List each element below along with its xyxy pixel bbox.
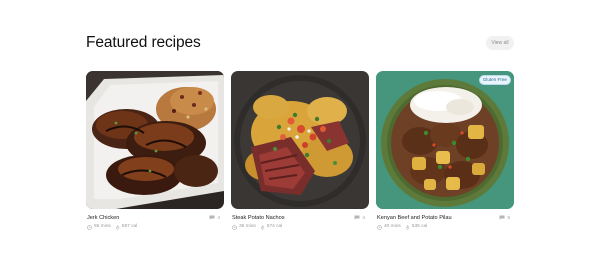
recipe-card-jerk-chicken: Jerk Chicken 4 55 mins 597 cal — [86, 71, 224, 230]
recipe-calories: 574 cal — [260, 224, 282, 230]
comment-icon — [354, 215, 360, 220]
recipe-time: 35 mins — [232, 224, 256, 230]
kenyan-beef-pilau-photo — [376, 71, 514, 209]
featured-recipes-section: Featured recipes View all Jerk Chicken 4… — [0, 0, 600, 275]
comment-count[interactable]: 4 — [354, 214, 365, 221]
clock-icon — [87, 224, 92, 230]
comment-icon — [499, 215, 505, 220]
recipe-title[interactable]: Steak Potato Nachos — [232, 214, 285, 222]
recipe-calories-value: 574 cal — [266, 224, 283, 229]
comment-count[interactable]: 5 — [499, 214, 510, 221]
recipe-time-value: 55 mins — [94, 224, 111, 229]
recipe-time: 55 mins — [87, 224, 111, 230]
gluten-free-badge: Gluten Free — [478, 75, 511, 85]
flame-icon — [405, 224, 409, 230]
comment-count[interactable]: 4 — [209, 214, 220, 221]
recipe-time-value: 40 mins — [384, 224, 401, 229]
comment-count-value: 5 — [507, 215, 510, 220]
recipe-card-kenyan-beef-pilau: Gluten Free Kenyan Beef and Potato Pilau… — [376, 71, 514, 230]
recipe-time: 40 mins — [377, 224, 401, 230]
recipe-meta: 40 mins 535 cal — [377, 224, 427, 230]
recipe-image[interactable] — [231, 71, 369, 209]
view-all-button[interactable]: View all — [486, 36, 514, 50]
recipe-calories: 535 cal — [405, 224, 427, 230]
comment-count-value: 4 — [362, 215, 365, 220]
clock-icon — [377, 224, 382, 230]
recipe-title[interactable]: Jerk Chicken — [87, 214, 119, 222]
section-title: Featured recipes — [86, 34, 201, 51]
recipe-calories: 597 cal — [115, 224, 137, 230]
flame-icon — [260, 224, 264, 230]
recipe-calories-value: 597 cal — [121, 224, 138, 229]
recipe-card-steak-potato-nachos: Steak Potato Nachos 4 35 mins 574 cal — [231, 71, 369, 230]
comment-icon — [209, 215, 215, 220]
comment-count-value: 4 — [217, 215, 220, 220]
jerk-chicken-photo — [86, 71, 224, 209]
recipe-image[interactable]: Gluten Free — [376, 71, 514, 209]
flame-icon — [115, 224, 119, 230]
recipe-calories-value: 535 cal — [411, 224, 428, 229]
steak-potato-nachos-photo — [231, 71, 369, 209]
recipe-image[interactable] — [86, 71, 224, 209]
recipe-title[interactable]: Kenyan Beef and Potato Pilau — [377, 214, 452, 222]
recipe-meta: 35 mins 574 cal — [232, 224, 282, 230]
recipe-meta: 55 mins 597 cal — [87, 224, 137, 230]
recipe-time-value: 35 mins — [239, 224, 256, 229]
clock-icon — [232, 224, 237, 230]
